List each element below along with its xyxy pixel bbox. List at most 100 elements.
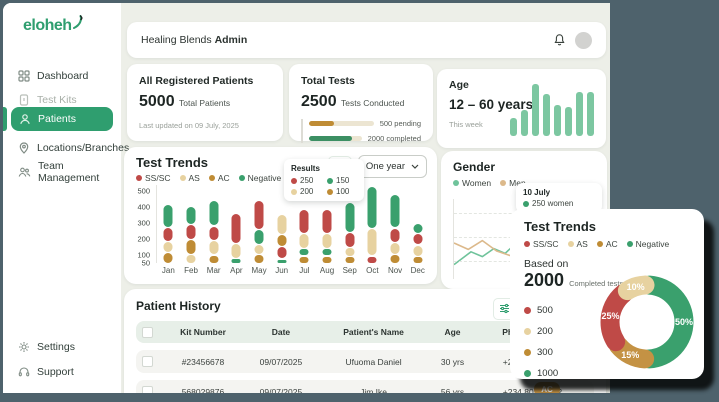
legend-dot: [524, 370, 531, 377]
table-cell: 568029876: [163, 387, 243, 394]
bar-segment-SS/SC[interactable]: [277, 247, 286, 258]
table-cell: 56 yrs: [428, 387, 477, 394]
progress-label: 2000 completed: [368, 134, 421, 143]
column-header[interactable]: Kit Number: [163, 327, 243, 337]
sidebar-item-team-management[interactable]: Team Management: [3, 161, 121, 183]
bar-segment-AS[interactable]: [209, 241, 218, 254]
legend-value: 1000: [537, 368, 558, 379]
test-kit-icon: [18, 94, 30, 106]
legend-value: 500: [537, 305, 553, 316]
bar-segment-SS/SC[interactable]: [255, 201, 264, 229]
card-test-trends-summary: Test Trends SS/SCASACNegative Based on 2…: [510, 209, 704, 379]
legend-dot: [136, 175, 142, 181]
row-checkbox[interactable]: [142, 386, 153, 393]
bar-segment-AS[interactable]: [164, 242, 173, 252]
bar-segment-Negative[interactable]: [368, 187, 377, 227]
sidebar-item-locations[interactable]: Locations/Branches: [3, 137, 121, 159]
bar-segment-Negative[interactable]: [300, 249, 309, 255]
bar-segment-AC[interactable]: [209, 256, 218, 263]
bar-segment-AS[interactable]: [368, 229, 377, 255]
bar-segment-AC[interactable]: [277, 235, 286, 246]
legend-dot: [500, 180, 506, 186]
bar-segment-Negative[interactable]: [209, 201, 218, 226]
bar-segment-SS/SC[interactable]: [187, 225, 196, 239]
topbar-title: Healing Blends Admin: [141, 34, 247, 46]
legend-label: AC: [218, 173, 230, 183]
bell-icon[interactable]: [553, 33, 566, 47]
donut-slice-label: 15%: [621, 350, 639, 360]
legend-dot: [239, 175, 245, 181]
sidebar-item-settings[interactable]: Settings: [3, 336, 121, 358]
bar-segment-AS[interactable]: [277, 215, 286, 233]
stat-unit: Tests Conducted: [341, 98, 404, 108]
month-column: Oct: [361, 185, 384, 263]
table-cell: 09/07/2025: [243, 357, 319, 367]
sidebar-item-dashboard[interactable]: Dashboard: [3, 65, 121, 87]
bar-segment-Negative[interactable]: [255, 230, 264, 244]
bar-segment-AC[interactable]: [255, 255, 264, 263]
column-header[interactable]: Age: [428, 327, 477, 337]
bar-segment-SS/SC[interactable]: [391, 229, 400, 242]
partial-ac-badge: AC: [534, 382, 560, 393]
bar-segment-Negative[interactable]: [413, 224, 422, 233]
bar-segment-SS/SC[interactable]: [209, 227, 218, 240]
age-bar: [576, 92, 583, 136]
range-dropdown[interactable]: One year: [358, 155, 427, 178]
sidebar-item-patients[interactable]: Patients: [11, 107, 113, 131]
tooltip-values: 250150200100: [291, 176, 357, 196]
desktop-background: eloheh Dashboard Test Kits Patients Loca…: [0, 0, 719, 402]
bar-segment-AS[interactable]: [323, 234, 332, 248]
stacked-bar-chart: 50100200300400500 JanFebMarAprMayJunJulA…: [132, 185, 430, 263]
bar-segment-AS[interactable]: [413, 246, 422, 257]
table-row[interactable]: 56802987609/07/2025Jim Ike56 yrs+234 803…: [136, 380, 594, 393]
x-tick-label: Aug: [316, 263, 339, 275]
bar-segment-AS[interactable]: [391, 243, 400, 254]
donut-value-list: 5002003001000: [524, 305, 558, 379]
card-registered-patients: All Registered Patients 5000 Total Patie…: [127, 64, 283, 141]
bar-segment-AS[interactable]: [300, 234, 309, 248]
stacked-bar: [232, 185, 241, 263]
bar-segment-AC[interactable]: [391, 255, 400, 263]
sidebar-item-label: Patients: [38, 113, 76, 125]
bar-segment-SS/SC[interactable]: [164, 228, 173, 240]
bar-segment-Negative[interactable]: [323, 249, 332, 255]
tests-count: 2500: [301, 93, 337, 110]
bar-segment-SS/SC[interactable]: [323, 210, 332, 232]
bar-segment-AC[interactable]: [164, 253, 173, 263]
bar-segment-SS/SC[interactable]: [345, 233, 354, 247]
avatar[interactable]: [575, 32, 592, 49]
x-tick-label: May: [248, 263, 271, 275]
bar-segment-SS/SC[interactable]: [232, 214, 241, 243]
legend-dot: [524, 349, 531, 356]
column-header[interactable]: Patient's Name: [319, 327, 428, 337]
bar-segment-Negative[interactable]: [187, 207, 196, 223]
bar-segment-AS[interactable]: [187, 255, 196, 263]
legend-item: Negative: [239, 173, 282, 183]
bar-segment-Negative[interactable]: [345, 203, 354, 232]
legend-value: 200: [537, 326, 553, 337]
grid-icon: [18, 70, 30, 82]
brand-logo[interactable]: eloheh: [23, 17, 84, 35]
sidebar: eloheh Dashboard Test Kits Patients Loca…: [3, 3, 121, 393]
bar-segment-SS/SC[interactable]: [413, 234, 422, 244]
legend-item: SS/SC: [136, 173, 171, 183]
bar-segment-Negative[interactable]: [391, 195, 400, 227]
bar-segment-AC[interactable]: [187, 240, 196, 254]
donut-chart: 50%15%25%10%: [592, 267, 702, 377]
sidebar-item-label: Test Kits: [37, 94, 77, 106]
legend-item: Negative: [627, 239, 670, 249]
x-tick-label: Jun: [270, 263, 293, 275]
bar-segment-AS[interactable]: [255, 245, 264, 254]
column-header[interactable]: Date: [243, 327, 319, 337]
sidebar-item-support[interactable]: Support: [3, 361, 121, 383]
bar-segment-AS[interactable]: [232, 244, 241, 258]
bar-segment-Negative[interactable]: [164, 205, 173, 227]
age-bar: [565, 107, 572, 136]
header-checkbox[interactable]: [142, 327, 153, 338]
chart-tooltip: Results 250150200100: [284, 159, 364, 201]
card-age: Age 12 – 60 years This week: [437, 69, 606, 148]
age-bar: [554, 105, 561, 136]
row-checkbox[interactable]: [142, 356, 153, 367]
bar-segment-AS[interactable]: [345, 248, 354, 256]
bar-segment-SS/SC[interactable]: [300, 210, 309, 232]
